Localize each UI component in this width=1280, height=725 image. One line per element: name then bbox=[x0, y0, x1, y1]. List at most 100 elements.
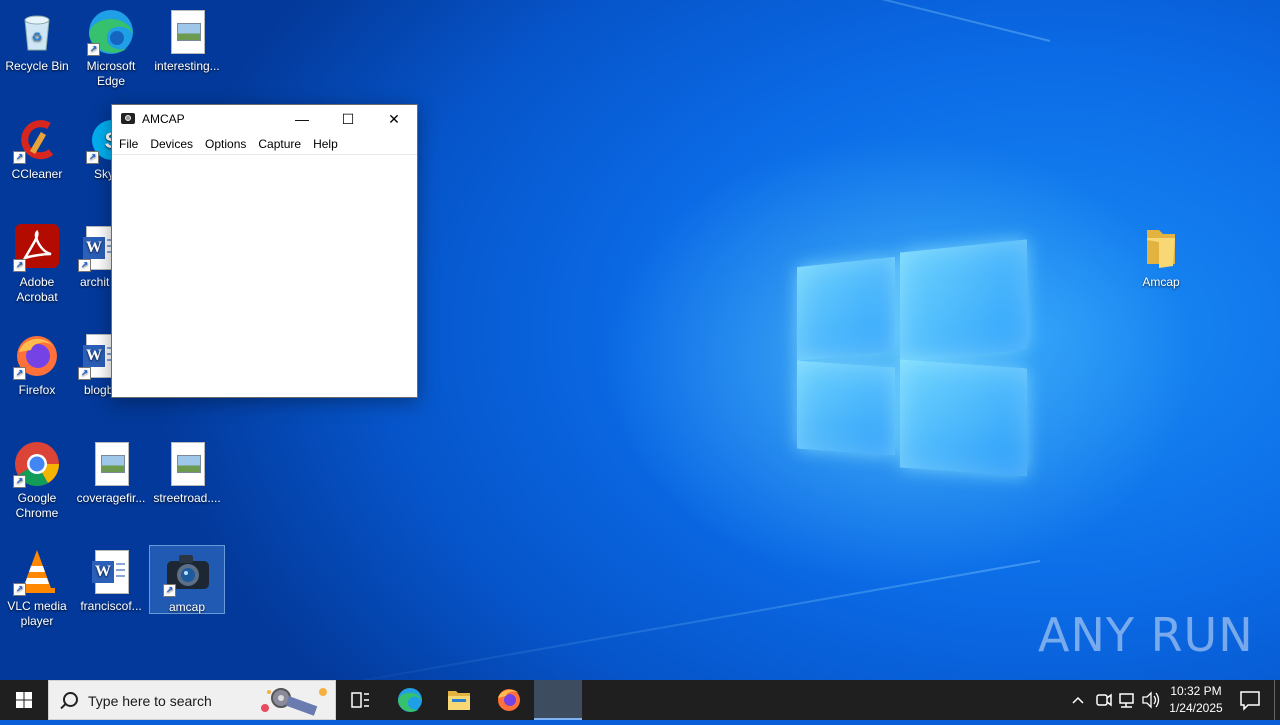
windows-start-icon bbox=[16, 692, 32, 708]
shortcut-arrow-icon: ↗ bbox=[13, 259, 26, 272]
desktop-icon-label: archit bbox=[80, 275, 110, 289]
search-placeholder: Type here to search bbox=[88, 693, 212, 709]
clock-time: 10:32 PM bbox=[1170, 684, 1222, 698]
taskbar-search-box[interactable]: Type here to search bbox=[48, 680, 336, 720]
start-button[interactable] bbox=[0, 680, 48, 720]
desktop-icon-franciscof[interactable]: W franciscof... bbox=[74, 548, 148, 614]
menu-bar: File Devices Options Capture Help bbox=[112, 134, 417, 155]
network-icon bbox=[1119, 693, 1134, 708]
taskbar-amcap-active[interactable] bbox=[534, 680, 582, 720]
shortcut-arrow-icon: ↗ bbox=[87, 43, 100, 56]
show-hidden-icons-button[interactable] bbox=[1068, 680, 1088, 720]
taskbar-edge[interactable] bbox=[386, 680, 434, 720]
desktop-icon-vlc[interactable]: ↗ VLC media player bbox=[0, 548, 74, 629]
word-document-icon: W ↗ bbox=[78, 224, 114, 272]
shortcut-arrow-icon: ↗ bbox=[13, 583, 26, 596]
light-beam bbox=[271, 560, 1041, 680]
desktop-icon-label: coveragefir... bbox=[76, 491, 146, 505]
window-titlebar[interactable]: AMCAP — ☐ ✕ bbox=[112, 105, 417, 134]
shortcut-arrow-icon: ↗ bbox=[78, 367, 91, 380]
desktop-icon-label: CCleaner bbox=[11, 167, 63, 181]
light-beam bbox=[176, 0, 1051, 42]
window-title: AMCAP bbox=[142, 112, 185, 126]
desktop-icon-google-chrome[interactable]: ↗ Google Chrome bbox=[0, 440, 74, 521]
menu-help[interactable]: Help bbox=[308, 137, 345, 151]
action-center-button[interactable] bbox=[1232, 680, 1268, 720]
camera-tray-icon bbox=[1096, 693, 1112, 707]
task-view-icon bbox=[351, 692, 369, 708]
desktop-icon-firefox[interactable]: ↗ Firefox bbox=[0, 332, 74, 398]
desktop-icon-streetroad[interactable]: streetroad.... bbox=[150, 440, 224, 506]
clock-date: 1/24/2025 bbox=[1169, 701, 1223, 715]
taskbar-firefox[interactable] bbox=[485, 680, 533, 720]
taskbar: Type here to search 10:32 PM 1/24/2025 bbox=[0, 680, 1280, 720]
desktop-icon-label: amcap bbox=[168, 600, 206, 614]
desktop-icon-adobe-acrobat[interactable]: ↗ Adobe Acrobat bbox=[0, 224, 74, 305]
desktop-icon-amcap[interactable]: ↗ amcap bbox=[149, 545, 225, 614]
image-file-icon bbox=[163, 440, 211, 488]
word-document-icon: W ↗ bbox=[78, 332, 114, 380]
word-document-icon: W bbox=[87, 548, 135, 596]
desktop-icon-label: Amcap bbox=[1142, 275, 1180, 289]
minimize-button[interactable]: — bbox=[279, 105, 325, 134]
anyrun-watermark: ANY RUN bbox=[1038, 608, 1254, 662]
shortcut-arrow-icon: ↗ bbox=[13, 151, 26, 164]
desktop-icon-label: streetroad.... bbox=[153, 491, 221, 505]
maximize-button[interactable]: ☐ bbox=[325, 105, 371, 134]
adobe-acrobat-icon: ↗ bbox=[13, 224, 61, 272]
image-file-icon bbox=[163, 8, 211, 56]
tray-network[interactable] bbox=[1116, 680, 1138, 720]
desktop-icon-archit-doc[interactable]: W ↗ archit bbox=[74, 224, 114, 290]
close-button[interactable]: ✕ bbox=[371, 105, 417, 134]
amcap-window[interactable]: AMCAP — ☐ ✕ File Devices Options Capture… bbox=[111, 104, 418, 398]
desktop-icon-interesting[interactable]: interesting... bbox=[150, 8, 224, 74]
windows-logo-pane bbox=[900, 359, 1027, 477]
google-chrome-icon: ↗ bbox=[13, 440, 61, 488]
desktop-icon-label: blogb bbox=[84, 383, 114, 397]
speaker-icon bbox=[1142, 691, 1160, 709]
task-view-button[interactable] bbox=[336, 680, 384, 720]
desktop-icon-microsoft-edge[interactable]: ↗ Microsoft Edge bbox=[74, 8, 148, 89]
firefox-icon bbox=[498, 689, 520, 711]
recycle-bin-icon: ♻ bbox=[13, 8, 61, 56]
desktop-icon-label: interesting... bbox=[154, 59, 220, 73]
menu-devices[interactable]: Devices bbox=[145, 137, 200, 151]
svg-text:♻: ♻ bbox=[32, 30, 43, 44]
skype-icon: S ↗ bbox=[86, 116, 114, 164]
ccleaner-icon: ↗ bbox=[13, 116, 61, 164]
menu-options[interactable]: Options bbox=[200, 137, 253, 151]
desktop-icon-skype[interactable]: S ↗ Sky bbox=[74, 116, 114, 182]
search-icon bbox=[63, 692, 78, 707]
desktop-icon-recycle-bin[interactable]: ♻ Recycle Bin bbox=[0, 8, 74, 74]
show-desktop-button[interactable] bbox=[1274, 680, 1280, 720]
desktop-icon-label: Google Chrome bbox=[15, 491, 59, 520]
desktop-icon-label: Microsoft Edge bbox=[86, 59, 136, 88]
notification-icon bbox=[1240, 691, 1260, 711]
camera-app-icon bbox=[121, 113, 135, 124]
desktop-icon-amcap-folder[interactable]: Amcap bbox=[1124, 224, 1198, 290]
tray-meet-now[interactable] bbox=[1092, 680, 1114, 720]
vlc-cone-icon: ↗ bbox=[13, 548, 61, 596]
shortcut-arrow-icon: ↗ bbox=[13, 475, 26, 488]
desktop-icon-label: franciscof... bbox=[80, 599, 142, 613]
taskbar-file-explorer[interactable] bbox=[435, 680, 483, 720]
menu-capture[interactable]: Capture bbox=[253, 137, 308, 151]
desktop-icon-label: Adobe Acrobat bbox=[16, 275, 58, 304]
desktop-icon-coveragefir[interactable]: coveragefir... bbox=[74, 440, 148, 506]
microsoft-edge-icon: ↗ bbox=[87, 8, 135, 56]
windows-logo-pane bbox=[797, 360, 895, 456]
chevron-up-icon bbox=[1072, 696, 1084, 704]
desktop-icon-ccleaner[interactable]: ↗ CCleaner bbox=[0, 116, 74, 182]
shortcut-arrow-icon: ↗ bbox=[13, 367, 26, 380]
camera-app-icon bbox=[549, 693, 567, 706]
windows-logo-pane bbox=[900, 239, 1027, 363]
tray-volume[interactable] bbox=[1140, 680, 1162, 720]
microsoft-edge-icon bbox=[398, 688, 422, 712]
desktop-icon-label: Sky bbox=[93, 167, 114, 181]
image-file-icon bbox=[87, 440, 135, 488]
desktop-icon-blogb-doc[interactable]: W ↗ blogb bbox=[74, 332, 114, 398]
camera-icon: ↗ bbox=[163, 549, 211, 597]
preview-area bbox=[112, 155, 417, 396]
menu-file[interactable]: File bbox=[114, 137, 145, 151]
taskbar-clock[interactable]: 10:32 PM 1/24/2025 bbox=[1162, 683, 1230, 717]
